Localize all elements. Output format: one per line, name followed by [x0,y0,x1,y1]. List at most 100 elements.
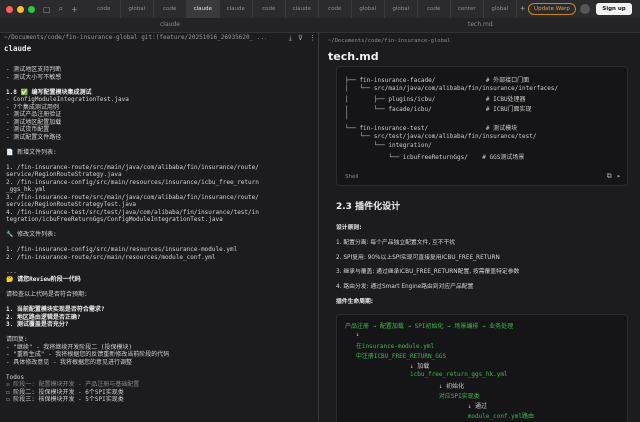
pane-title-bar: claude tech.md [0,18,640,33]
tab-12[interactable]: global [484,0,517,18]
terminal-line: tegration/icbuFreeReturnGgs/ConfigModule… [6,216,223,223]
tab-6[interactable]: claude [286,0,319,18]
terminal-line: - "继续" - 我将继续开发阶段二 (投保模块) [6,343,133,351]
tab-8[interactable]: global [352,0,385,18]
code-language-label: Shell [345,174,359,180]
terminal-line: --- [6,268,17,276]
terminal-line: 4. /fin-insurance-test/src/test/java/com… [6,208,259,216]
working-directory: ~/Documents/code/fin-insurance-global gi… [4,34,266,41]
left-pane-header: ~/Documents/code/fin-insurance-global gi… [4,34,316,62]
right-pane-header: ~/Documents/code/fin-insurance-global te… [328,38,634,63]
update-warp-button[interactable]: Update Warp [528,3,576,15]
terminal-line: service/RegionRouteStrategy.java [6,171,122,178]
terminal-output: - 测试地区支持判断 - 测试大小写不敏感 1.8 ✅ 编写配置模块集成测试 - Co… [6,66,314,421]
sign-up-button[interactable]: Sign up [596,3,632,15]
more-icon[interactable]: ⋮ [309,34,316,43]
tree-line: ├── fin-insurance-facade/ # 外部接口门面 [345,77,530,84]
tab-1[interactable]: global [121,0,154,18]
design-principle-label: 设计原则: [336,225,362,231]
terminal-line: ☐ 阶段三: 核保模块开发 - 5个SPI实现类 [6,396,124,403]
left-pane-title: claude [160,21,180,28]
terminal-line: 2. 地区路由逻辑是否正确? [6,313,81,321]
tab-0[interactable]: code [88,0,121,18]
tree-line: └── fin-insurance-test/ # 测试模块 [345,125,518,132]
terminal-line: 3. /fin-insurance-route/src/main/java/co… [6,193,259,201]
tab-7[interactable]: code [319,0,352,18]
principle-item: 3. 继承与覆盖: 通过继承ICBU_FREE_RETURN配置, 按需覆盖特定… [336,269,520,275]
terminal-line: - 测试货币配置 [6,126,50,133]
terminal-line: 2. /fin-insurance-route/src/main/resourc… [6,253,216,261]
flow-line: ↓ 加载 [345,363,430,370]
avatar[interactable] [580,4,590,14]
tree-line: └── icbuFreeReturnGgs/ # GGS测试场景 [345,153,525,161]
terminal-line: 请回复: [6,336,28,343]
markdown-title: tech.md [328,50,379,63]
flow-line: 中注册ICBU_FREE_RETURN_GGS [345,353,447,360]
flow-line: ↓ [345,331,360,338]
tree-code-block: Shell ⧉ ▸ ├── fin-insurance-facade/ # 外部… [336,66,628,186]
tree-line: └── src/test/java/com/alibaba/fin/insura… [345,132,537,140]
tab-strip: code global code claude claude code claude code… [88,0,517,18]
terminal-line: - "重新生成" - 我将根据您的反馈重新修改当前阶段的代码 [6,351,170,358]
section-heading: 2.3 插件化设计 [336,202,401,212]
terminal-line: - 测试产品注册验证 [6,111,62,118]
maximize-window-button[interactable] [28,5,35,13]
lifecycle-code-block: 产品注册 → 配置加载 → SPI初始化 → 场景编排 → 业务处理 ↓ 在in… [336,314,628,422]
close-window-button[interactable] [6,5,13,13]
principle-item: 2. SPI复用: 90%以上SPI实现可直接复用ICBU_FREE_RETUR… [336,255,500,261]
terminal-line: service/RegionRouteStrategyTest.java [6,201,137,208]
flow-line: 产品注册 → 配置加载 → SPI初始化 → 场景编排 → 业务处理 [345,323,514,330]
terminal-line: - 测试配置文件路径 [6,133,62,141]
add-icon[interactable]: + [71,5,78,14]
terminal-line: 1.8 ✅ 编写配置模块集成测试 [6,88,92,96]
block-actions: ⤓ ⊽ ⋮ [289,34,316,43]
download-icon[interactable]: ⤓ [289,34,292,43]
flow-line: icbu_free_return_ggs_hk.yml [345,371,508,378]
terminal-line: 🔧 修改文件列表: [6,231,57,238]
minimize-window-button[interactable] [17,5,24,13]
tab-9[interactable]: global [385,0,418,18]
terminal-line: - 具体修改意见 - 我将根据您的意见进行调整 [6,358,133,366]
terminal-line: 🤔 请您Review阶段一代码 [6,276,81,283]
tree-line: │ └── facade/icbu/ # ICBU门面实现 [345,105,532,113]
terminal-line: - 测试地区支持判断 [6,66,62,73]
pane-divider[interactable] [318,32,319,421]
filter-icon[interactable]: ⊽ [298,34,303,43]
terminal-line: Todos [6,373,25,381]
tab-5[interactable]: code [253,0,286,18]
tab-2[interactable]: code [154,0,187,18]
run-icon[interactable]: ▸ [617,172,621,181]
terminal-line: - 测试大小写不敏感 [6,73,62,81]
terminal-line: - 7个集成测试用例 [6,103,59,111]
flow-line: ↓ 通过 [345,403,488,410]
new-tab-icon[interactable]: + [517,4,529,14]
terminal-line: 1. 当前配置模块实现是否符合需求? [6,306,105,313]
terminal-line: 请检查以上代码是否符合预期: [6,291,88,298]
tab-10[interactable]: code [418,0,451,18]
copy-icon[interactable]: ⧉ [607,172,612,181]
right-pane-title: tech.md [468,21,493,28]
window-controls [0,5,35,13]
block-title: claude [4,44,32,53]
tree-line: │ [345,113,349,121]
markdown-path: ~/Documents/code/fin-insurance-global [328,38,451,44]
code-block-actions: ⧉ ▸ [607,172,621,181]
sidebar-toggle-icon[interactable]: ▢ [43,5,51,14]
flow-line: ↓ 初始化 [345,383,465,390]
tab-4[interactable]: claude [220,0,253,18]
terminal-line: 3. 测试覆盖是否充分? [6,321,69,328]
tree-line: └── integration/ [345,142,432,150]
flow-line: 对应SPI实现类 [345,393,480,400]
search-icon[interactable]: ⌕ [59,4,63,14]
tab-11[interactable]: center [451,0,484,18]
tab-3[interactable]: claude [186,0,220,18]
